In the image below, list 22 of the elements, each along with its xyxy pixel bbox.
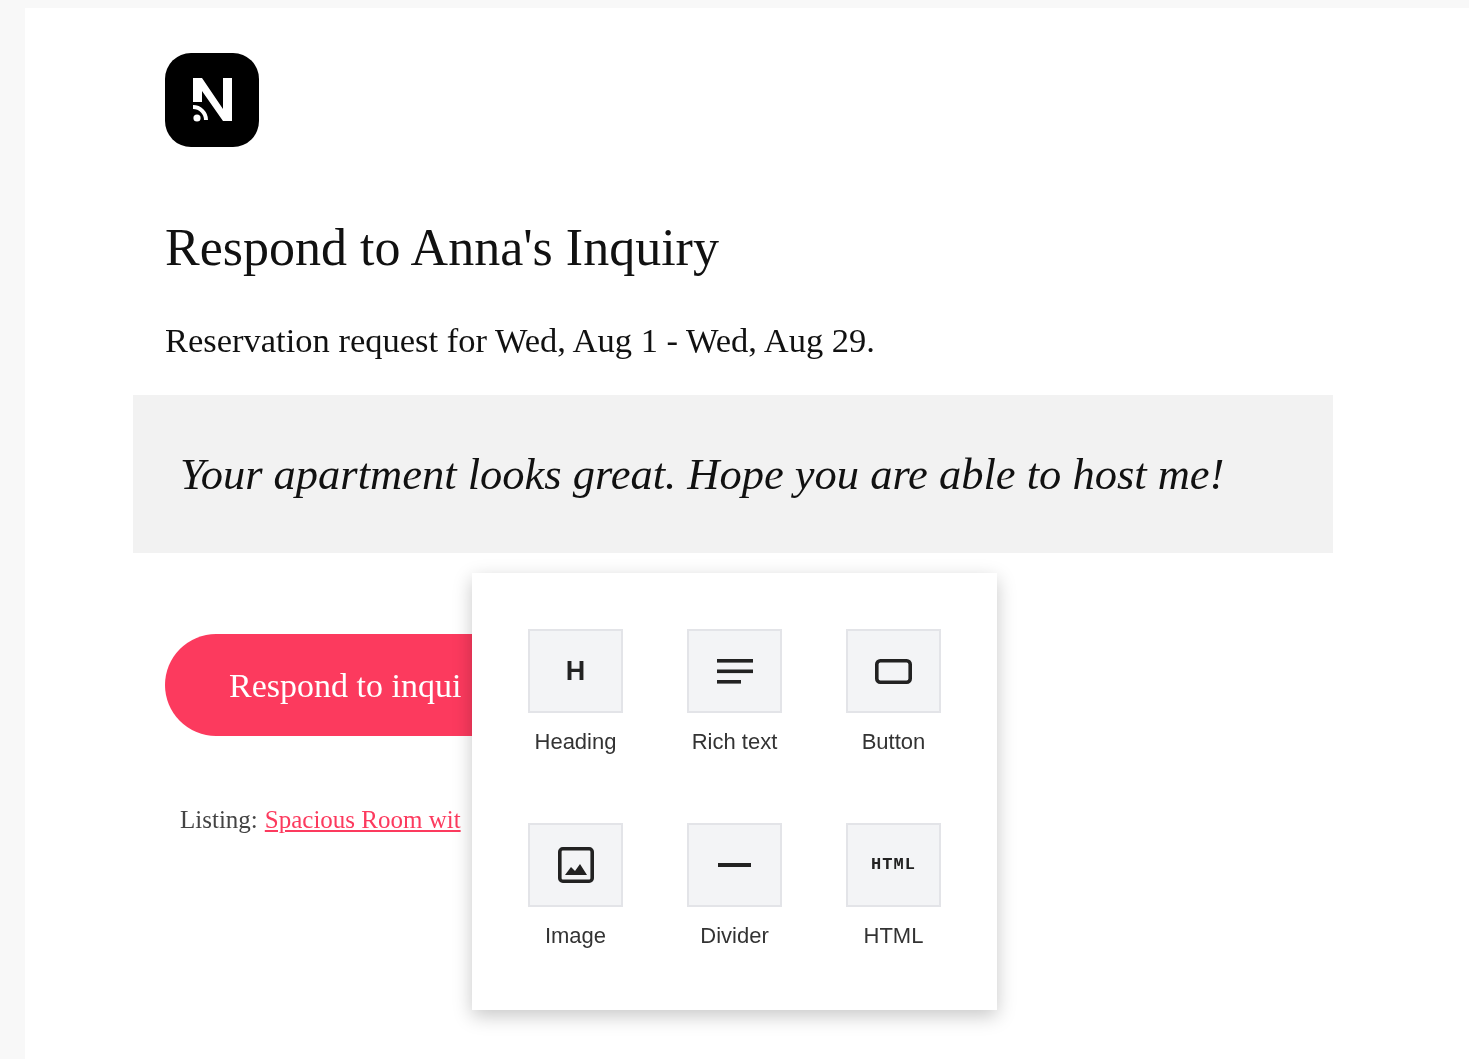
- subtitle-text: Reservation request for Wed, Aug 1 - Wed, Aug 29.: [165, 320, 875, 360]
- listing-link[interactable]: Spacious Room wit: [264, 804, 461, 836]
- block-label: Button: [861, 729, 926, 755]
- rounded-rectangle-icon: [875, 658, 912, 684]
- block-tile[interactable]: [687, 823, 782, 907]
- logo-icon: [165, 53, 259, 147]
- tile-glyph: H: [565, 657, 586, 685]
- block-label: Divider: [700, 923, 769, 949]
- block-label: HTML: [863, 923, 924, 949]
- listing-label: Listing:: [180, 805, 258, 835]
- block-tile[interactable]: [528, 823, 623, 907]
- block-label: Rich text: [691, 729, 778, 755]
- block-label: Image: [544, 923, 607, 949]
- image-icon: [557, 847, 594, 883]
- message-text: Your apartment looks great. Hope you are able to host me!: [180, 448, 1225, 500]
- tile-glyph: HTML: [871, 856, 916, 874]
- block-tile[interactable]: HTML: [846, 823, 941, 907]
- block-tile[interactable]: [846, 629, 941, 713]
- page-heading: Respond to Anna's Inquiry: [165, 218, 719, 278]
- block-tile[interactable]: [687, 629, 782, 713]
- block-tile[interactable]: H: [528, 629, 623, 713]
- text-lines-icon: [716, 658, 753, 684]
